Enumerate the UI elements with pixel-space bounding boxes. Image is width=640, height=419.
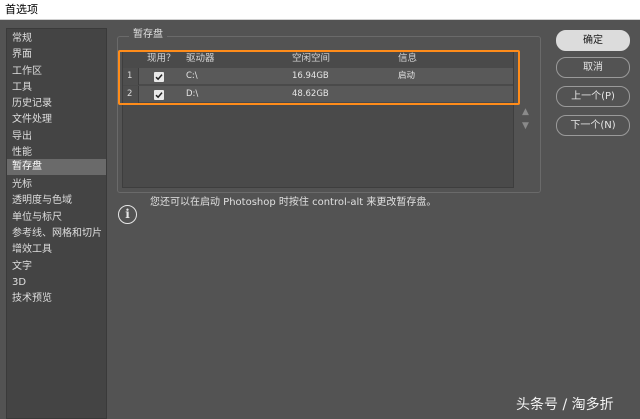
sidebar-item-tech-preview[interactable]: 技术预览 (7, 291, 106, 307)
preferences-sidebar: 常规 界面 工作区 工具 历史记录 文件处理 导出 性能 暂存盘 光标 透明度与… (6, 28, 107, 419)
scratch-disks-group-title: 暂存盘 (129, 28, 167, 42)
sidebar-item-guides-grid-slices[interactable]: 参考线、网格和切片 (7, 226, 106, 242)
prev-button[interactable]: 上一个(P) (556, 86, 630, 107)
watermark-text: 头条号 / 淘多折 (516, 397, 614, 413)
sidebar-item-export[interactable]: 导出 (7, 129, 106, 145)
sidebar-item-tools[interactable]: 工具 (7, 80, 106, 96)
move-down-icon[interactable]: ▼ (522, 122, 529, 131)
info-icon: i (118, 205, 137, 224)
cancel-button[interactable]: 取消 (556, 57, 630, 78)
sidebar-item-cursors[interactable]: 光标 (7, 177, 106, 193)
sidebar-item-plugins[interactable]: 增效工具 (7, 242, 106, 258)
highlight-annotation-box (118, 50, 520, 105)
sidebar-item-type[interactable]: 文字 (7, 259, 106, 275)
sidebar-item-workspace[interactable]: 工作区 (7, 64, 106, 80)
sidebar-item-scratch-disks[interactable]: 暂存盘 (7, 159, 106, 175)
sidebar-item-3d[interactable]: 3D (7, 275, 106, 291)
sidebar-item-interface[interactable]: 界面 (7, 47, 106, 63)
sidebar-item-transparency-gamut[interactable]: 透明度与色域 (7, 193, 106, 209)
sidebar-item-general[interactable]: 常规 (7, 31, 106, 47)
sidebar-item-file-handling[interactable]: 文件处理 (7, 112, 106, 128)
sidebar-item-units-rulers[interactable]: 单位与标尺 (7, 210, 106, 226)
ok-button[interactable]: 确定 (556, 30, 630, 51)
next-button[interactable]: 下一个(N) (556, 115, 630, 136)
window-title: 首选项 (0, 0, 640, 20)
move-up-icon[interactable]: ▲ (522, 108, 529, 117)
sidebar-item-history[interactable]: 历史记录 (7, 96, 106, 112)
scratch-disk-info-text: 您还可以在启动 Photoshop 时按住 control-alt 来更改暂存盘… (150, 197, 437, 208)
